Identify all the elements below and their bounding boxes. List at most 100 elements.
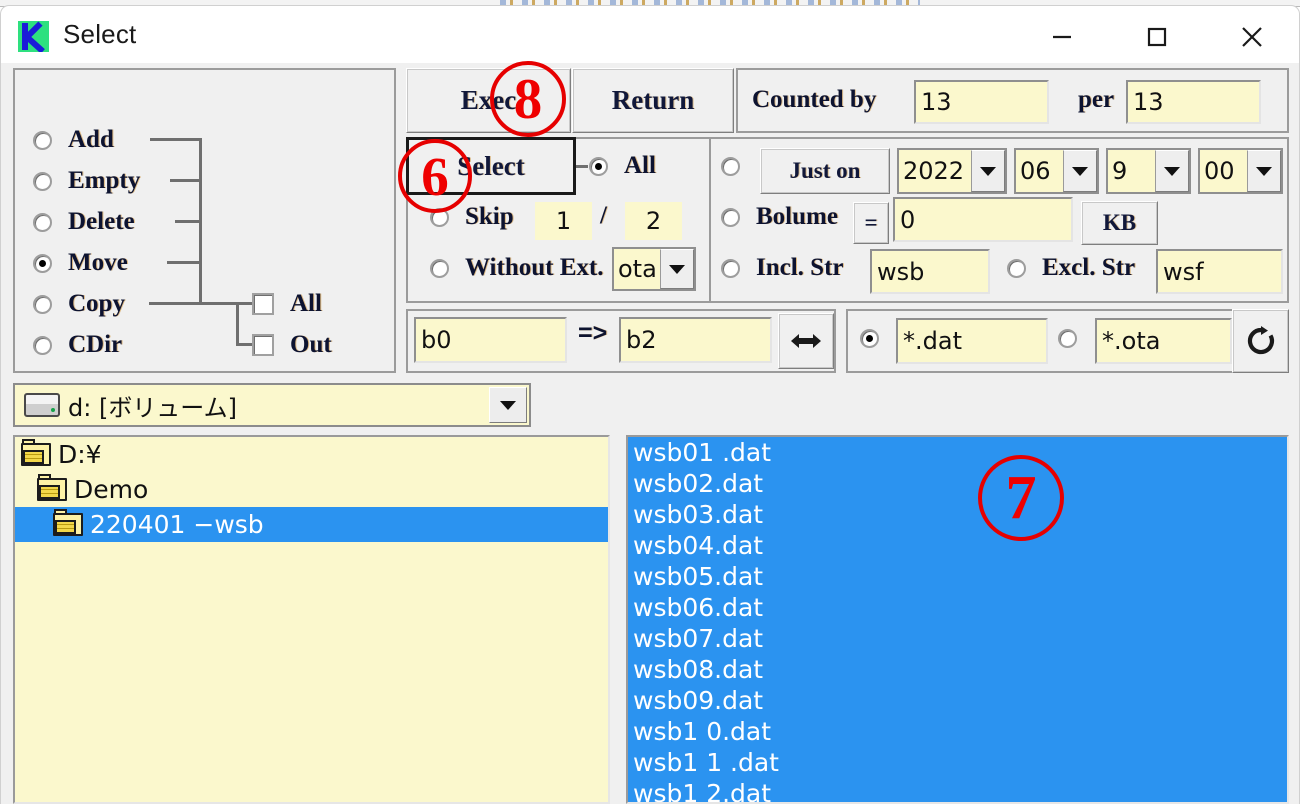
month-combo[interactable]: 06	[1014, 148, 1099, 194]
radio-pattern-ota[interactable]	[1058, 323, 1077, 353]
radio-add-indicator	[33, 130, 52, 150]
exec-button[interactable]: Exec	[406, 68, 571, 133]
filter-criteria-group: Just on 2022 06 9 00 Bolume = 0 KB Incl.…	[709, 137, 1289, 303]
incl-str-field[interactable]: wsb	[870, 249, 990, 294]
year-combo[interactable]: 2022	[897, 148, 1007, 194]
rename-from-field[interactable]: b0	[414, 317, 567, 363]
radio-all[interactable]: All	[589, 151, 656, 181]
tree-item-demo[interactable]: Demo	[15, 472, 608, 507]
rename-to-field[interactable]: b2	[619, 317, 772, 363]
radio-empty-label: Empty	[68, 167, 141, 194]
list-item[interactable]: wsb01 .dat	[628, 437, 1287, 468]
radio-just-on[interactable]	[721, 151, 740, 181]
tree-item-root[interactable]: D:¥	[15, 437, 608, 472]
bracket-to-checks	[199, 302, 239, 305]
chevron-down-icon[interactable]	[1063, 150, 1097, 192]
list-item[interactable]: wsb1 2.dat	[628, 778, 1287, 802]
day-value: 9	[1112, 157, 1128, 185]
radio-empty-indicator	[33, 171, 52, 191]
radio-delete[interactable]: Delete	[33, 207, 135, 237]
minimize-button[interactable]	[1032, 11, 1092, 63]
bracket-copy	[149, 302, 202, 305]
bolume-unit-button[interactable]: KB	[1081, 201, 1158, 245]
radio-skip-indicator	[430, 207, 449, 227]
without-ext-value: ota	[618, 255, 657, 283]
radio-cdir-label: CDir	[68, 331, 123, 358]
tree-item-label: D:¥	[58, 440, 102, 469]
skip-numerator-field[interactable]: 1	[535, 202, 592, 240]
radio-add-label: Add	[68, 126, 114, 153]
radio-bolume[interactable]: Bolume	[721, 202, 838, 232]
operation-group: Add Empty Delete Move Copy CDir All Out	[13, 68, 396, 373]
radio-skip[interactable]: Skip	[430, 202, 514, 232]
radio-without-ext[interactable]: Without Ext.	[430, 253, 603, 283]
return-button[interactable]: Return	[572, 68, 734, 133]
checkbox-all[interactable]: All	[252, 289, 322, 319]
just-on-button[interactable]: Just on	[760, 148, 890, 194]
bolume-operator-button[interactable]: =	[853, 202, 889, 244]
radio-copy[interactable]: Copy	[33, 289, 125, 319]
checkbox-out[interactable]: Out	[252, 330, 332, 360]
radio-pattern-dat[interactable]	[860, 323, 879, 353]
without-ext-combo[interactable]: ota	[612, 247, 696, 291]
counted-by-field[interactable]: 13	[914, 80, 1049, 124]
drive-label: d: [ボリューム]	[68, 393, 237, 422]
chevron-down-icon[interactable]	[1247, 150, 1281, 192]
refresh-button[interactable]	[1232, 309, 1289, 373]
chevron-down-icon[interactable]	[660, 249, 694, 289]
radio-add[interactable]: Add	[33, 125, 114, 155]
month-value: 06	[1020, 157, 1051, 185]
bracket-delete	[175, 220, 202, 223]
counted-by-label: Counted by	[752, 86, 877, 113]
radio-just-on-indicator	[721, 156, 740, 176]
checkbox-all-label: All	[290, 290, 322, 317]
hour-value: 00	[1204, 157, 1235, 185]
radio-delete-label: Delete	[68, 208, 135, 235]
folder-tree[interactable]: D:¥ Demo 220401 −wsb	[13, 435, 610, 804]
file-pattern-group: *.dat *.ota	[846, 309, 1236, 373]
chevron-down-icon[interactable]	[489, 387, 527, 423]
list-item[interactable]: wsb06.dat	[628, 592, 1287, 623]
radio-move[interactable]: Move	[33, 248, 128, 278]
folder-icon	[21, 439, 51, 466]
list-item[interactable]: wsb09.dat	[628, 685, 1287, 716]
list-item[interactable]: wsb1 1 .dat	[628, 747, 1287, 778]
maximize-button[interactable]	[1127, 11, 1187, 63]
rename-group: b0 => b2	[406, 309, 836, 373]
client-area: Add Empty Delete Move Copy CDir All Out …	[0, 63, 1300, 804]
swap-button[interactable]	[778, 313, 834, 369]
tree-item-220401-wsb[interactable]: 220401 −wsb	[15, 507, 608, 542]
radio-skip-label: Skip	[465, 203, 514, 230]
radio-empty[interactable]: Empty	[33, 166, 140, 196]
day-combo[interactable]: 9	[1106, 148, 1191, 194]
pattern-dat-field[interactable]: *.dat	[896, 318, 1048, 364]
checkbox-out-box	[252, 334, 274, 356]
radio-all-label: All	[624, 152, 656, 179]
radio-cdir[interactable]: CDir	[33, 330, 122, 360]
list-item[interactable]: wsb03.dat	[628, 499, 1287, 530]
bracket-empty	[170, 179, 202, 182]
select-button[interactable]: Select	[406, 137, 576, 195]
chevron-down-icon[interactable]	[971, 150, 1005, 192]
close-button[interactable]	[1222, 11, 1282, 63]
drive-selector[interactable]: d: [ボリューム]	[13, 383, 531, 427]
file-list[interactable]: wsb01 .dat wsb02.dat wsb03.dat wsb04.dat…	[626, 435, 1289, 804]
list-item[interactable]: wsb1 0.dat	[628, 716, 1287, 747]
list-item[interactable]: wsb08.dat	[628, 654, 1287, 685]
hour-combo[interactable]: 00	[1198, 148, 1283, 194]
list-item[interactable]: wsb07.dat	[628, 623, 1287, 654]
pattern-ota-field[interactable]: *.ota	[1095, 318, 1232, 364]
skip-denominator-field[interactable]: 2	[625, 202, 682, 240]
bolume-value-field[interactable]: 0	[893, 197, 1073, 242]
excl-str-field[interactable]: wsf	[1156, 249, 1283, 294]
per-field[interactable]: 13	[1126, 80, 1261, 124]
list-item[interactable]: wsb02.dat	[628, 468, 1287, 499]
radio-excl-str-label: Excl. Str	[1042, 254, 1136, 281]
window-title: Select	[63, 19, 137, 49]
bracket-vertical-checks	[236, 302, 239, 346]
list-item[interactable]: wsb05.dat	[628, 561, 1287, 592]
radio-excl-str[interactable]: Excl. Str	[1007, 253, 1135, 283]
chevron-down-icon[interactable]	[1155, 150, 1189, 192]
radio-incl-str[interactable]: Incl. Str	[721, 253, 844, 283]
list-item[interactable]: wsb04.dat	[628, 530, 1287, 561]
